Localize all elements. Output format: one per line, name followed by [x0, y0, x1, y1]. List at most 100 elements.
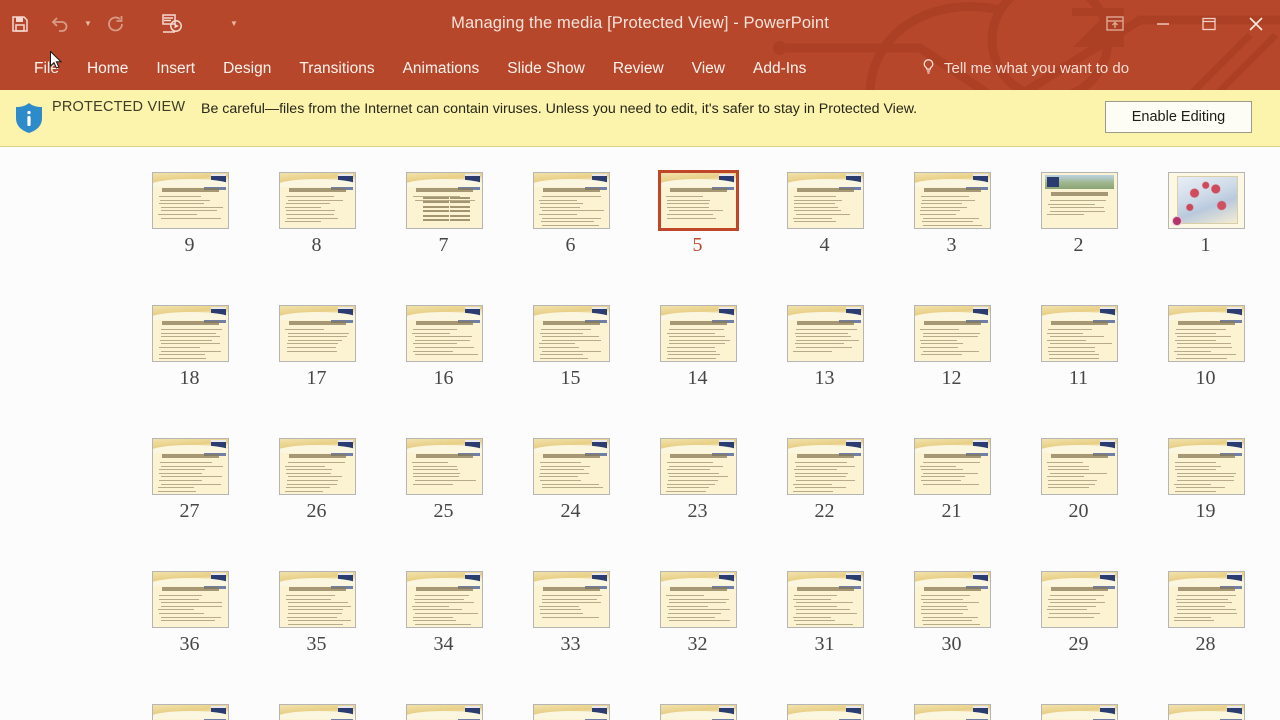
slide-thumbnail-36[interactable]: 36 — [152, 571, 279, 669]
thumbnail-image — [406, 571, 483, 628]
slide-logo-icon — [204, 174, 226, 190]
thumbnail-image — [914, 172, 991, 229]
slide-number: 10 — [1195, 367, 1216, 389]
thumbnail-image — [152, 704, 229, 720]
slide-thumbnail-4[interactable]: 4 — [787, 172, 914, 270]
customize-quick-access-toolbar-caret-icon[interactable]: ▼ — [226, 4, 242, 44]
enable-editing-button[interactable]: Enable Editing — [1105, 101, 1252, 133]
lightbulb-icon — [920, 58, 937, 79]
undo-icon[interactable] — [40, 4, 80, 44]
minimize-button[interactable] — [1140, 5, 1186, 43]
slide-thumbnail-10[interactable]: 10 — [1168, 305, 1280, 403]
slide-logo-icon — [204, 440, 226, 456]
slide-thumbnail-17[interactable]: 17 — [279, 305, 406, 403]
slide-number: 28 — [1195, 633, 1216, 655]
slide-thumbnail-19[interactable]: 19 — [1168, 438, 1280, 536]
slide-thumbnail-31[interactable]: 31 — [787, 571, 914, 669]
thumbnail-image — [279, 172, 356, 229]
thumbnail-image — [406, 305, 483, 362]
slide-thumbnail-16[interactable]: 16 — [406, 305, 533, 403]
slide-thumbnail-row5-col5[interactable] — [660, 704, 787, 720]
start-from-beginning-icon[interactable] — [152, 4, 192, 44]
slide-logo-icon — [204, 307, 226, 323]
ribbon-display-options-icon[interactable] — [1090, 5, 1140, 43]
slide-thumbnail-11[interactable]: 11 — [1041, 305, 1168, 403]
slide-thumbnail-30[interactable]: 30 — [914, 571, 1041, 669]
slide-thumbnail-13[interactable]: 13 — [787, 305, 914, 403]
slide-thumbnail-row5-col4[interactable] — [533, 704, 660, 720]
redo-icon[interactable] — [96, 4, 136, 44]
slide-thumbnail-32[interactable]: 32 — [660, 571, 787, 669]
slide-number: 18 — [179, 367, 200, 389]
slide-logo-icon — [839, 706, 861, 720]
slide-thumbnail-18[interactable]: 18 — [152, 305, 279, 403]
slide-thumbnail-7[interactable]: 7 — [406, 172, 533, 270]
ribbon-tabs[interactable]: File Home Insert Design Transitions Anim… — [22, 47, 820, 90]
tab-slide-show[interactable]: Slide Show — [493, 47, 599, 90]
protected-view-label: PROTECTED VIEW — [52, 99, 186, 115]
slide-thumbnail-28[interactable]: 28 — [1168, 571, 1280, 669]
tab-animations[interactable]: Animations — [389, 47, 494, 90]
tab-home[interactable]: Home — [73, 47, 142, 90]
save-icon[interactable] — [0, 4, 40, 44]
slide-thumbnail-row5-col9[interactable] — [1168, 704, 1280, 720]
slide-thumbnail-25[interactable]: 25 — [406, 438, 533, 536]
slide-thumbnail-row5-col6[interactable] — [787, 704, 914, 720]
slide-number: 11 — [1068, 367, 1089, 389]
slide-number: 5 — [692, 234, 703, 256]
slide-thumbnail-22[interactable]: 22 — [787, 438, 914, 536]
window-controls[interactable] — [1090, 0, 1280, 47]
slide-thumbnail-35[interactable]: 35 — [279, 571, 406, 669]
slide-logo-icon — [1220, 706, 1242, 720]
slide-thumbnail-23[interactable]: 23 — [660, 438, 787, 536]
tab-insert[interactable]: Insert — [142, 47, 209, 90]
slide-thumbnail-1[interactable]: 1 — [1168, 172, 1280, 270]
slide-thumbnail-29[interactable]: 29 — [1041, 571, 1168, 669]
slide-thumbnail-14[interactable]: 14 — [660, 305, 787, 403]
slide-thumbnail-3[interactable]: 3 — [914, 172, 1041, 270]
thumbnail-image — [533, 438, 610, 495]
slide-thumbnail-15[interactable]: 15 — [533, 305, 660, 403]
slide-thumbnail-8[interactable]: 8 — [279, 172, 406, 270]
tab-add-ins[interactable]: Add-Ins — [739, 47, 820, 90]
slide-thumbnail-26[interactable]: 26 — [279, 438, 406, 536]
thumbnail-image — [279, 704, 356, 720]
quick-access-toolbar[interactable]: ▼ ▼ — [0, 0, 242, 47]
slide-thumbnail-2[interactable]: 2 — [1041, 172, 1168, 270]
slide-number: 25 — [433, 500, 454, 522]
slide-thumbnail-row5-col8[interactable] — [1041, 704, 1168, 720]
tab-transitions[interactable]: Transitions — [285, 47, 388, 90]
thumbnail-image — [787, 438, 864, 495]
slide-thumbnail-33[interactable]: 33 — [533, 571, 660, 669]
undo-dropdown-caret-icon[interactable]: ▼ — [80, 4, 96, 44]
thumbnail-image — [152, 438, 229, 495]
slide-thumbnail-21[interactable]: 21 — [914, 438, 1041, 536]
slide-thumbnail-20[interactable]: 20 — [1041, 438, 1168, 536]
slide-thumbnail-9[interactable]: 9 — [152, 172, 279, 270]
thumbnail-image — [787, 305, 864, 362]
tab-view[interactable]: View — [678, 47, 739, 90]
slide-logo-icon — [1093, 440, 1115, 456]
tell-me-search[interactable]: Tell me what you want to do — [920, 47, 1180, 90]
slide-thumbnail-5[interactable]: 5 — [658, 170, 787, 270]
tab-design[interactable]: Design — [209, 47, 285, 90]
slide-thumbnail-6[interactable]: 6 — [533, 172, 660, 270]
slide-thumbnail-row5-col7[interactable] — [914, 704, 1041, 720]
slide-number: 27 — [179, 500, 200, 522]
tab-file[interactable]: File — [22, 47, 73, 90]
slide-thumbnail-row5-col3[interactable] — [406, 704, 533, 720]
slide-thumbnail-row5-col2[interactable] — [279, 704, 406, 720]
slide-thumbnail-row5-col1[interactable] — [152, 704, 279, 720]
slide-thumbnail-27[interactable]: 27 — [152, 438, 279, 536]
slide-thumbnail-12[interactable]: 12 — [914, 305, 1041, 403]
slide-logo-icon — [712, 174, 734, 190]
thumbnail-image — [914, 305, 991, 362]
thumbnail-image — [914, 704, 991, 720]
slide-thumbnail-34[interactable]: 34 — [406, 571, 533, 669]
slide-logo-icon — [966, 440, 988, 456]
slide-thumbnail-24[interactable]: 24 — [533, 438, 660, 536]
restore-button[interactable] — [1186, 5, 1232, 43]
close-button[interactable] — [1232, 5, 1280, 43]
tab-review[interactable]: Review — [599, 47, 678, 90]
slide-logo-icon — [712, 573, 734, 589]
